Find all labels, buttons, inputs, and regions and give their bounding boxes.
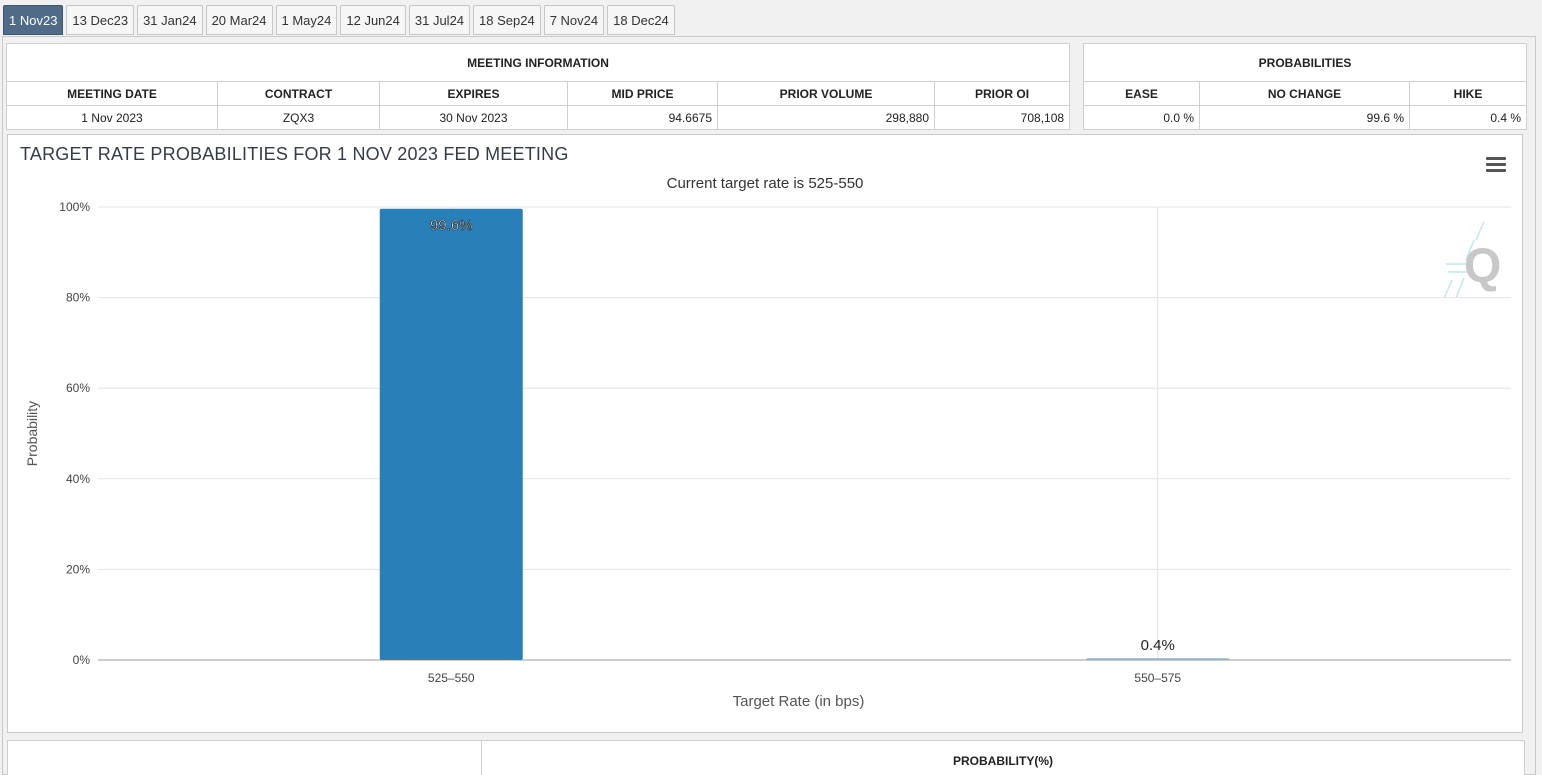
table-row: 0.0 % 99.6 % 0.4 %: [1083, 105, 1528, 130]
chart-container: TARGET RATE PROBABILITIES FOR 1 NOV 2023…: [7, 134, 1523, 733]
y-axis-label: Probability: [24, 401, 40, 466]
cell-expires: 30 Nov 2023: [379, 105, 568, 130]
bar-chart: 0% 20% 40% 60% 80% 100% 99.6% 525–550 0.4% 550–57…: [24, 200, 1511, 710]
meeting-tabs: 1 Nov23 13 Dec23 31 Jan24 20 Mar24 1 May24 12…: [3, 5, 675, 36]
bar: [1086, 658, 1230, 660]
cell-meeting-date: 1 Nov 2023: [6, 105, 218, 130]
y-tick-label: 80%: [66, 291, 90, 305]
probabilities-table: PROBABILITIES EASE NO CHANGE HIKE 0.0 % …: [1082, 43, 1528, 130]
cell-no-change: 99.6 %: [1199, 105, 1410, 130]
meeting-information-title: MEETING INFORMATION: [5, 43, 1071, 82]
col-mid-price: MID PRICE: [567, 81, 718, 106]
tab-18-sep24[interactable]: 18 Sep24: [473, 5, 541, 35]
x-tick-label: 550–575: [1134, 671, 1181, 685]
col-contract: CONTRACT: [217, 81, 380, 106]
meeting-information-table: MEETING INFORMATION MEETING DATE CONTRAC…: [5, 43, 1071, 130]
col-no-change: NO CHANGE: [1199, 81, 1410, 106]
table-row: 1 Nov 2023 ZQX3 30 Nov 2023 94.6675 298,…: [6, 105, 1071, 130]
x-axis-label: Target Rate (in bps): [733, 693, 865, 710]
cell-hike: 0.4 %: [1408, 105, 1528, 130]
data-label: 99.6%: [430, 217, 473, 234]
tab-12-jun24[interactable]: 12 Jun24: [340, 5, 406, 35]
cell-mid-price: 94.6675: [567, 105, 718, 130]
x-tick-label: 525–550: [428, 671, 475, 685]
y-tick-label: 60%: [66, 381, 90, 395]
tab-1-may24[interactable]: 1 May24: [275, 5, 338, 35]
y-tick-label: 0%: [73, 653, 91, 667]
col-hike: HIKE: [1408, 81, 1528, 106]
cell-contract: ZQX3: [217, 105, 380, 130]
cell-ease: 0.0 %: [1083, 105, 1200, 130]
cell-prior-volume: 298,880: [717, 105, 935, 130]
col-prior-volume: PRIOR VOLUME: [717, 81, 935, 106]
probability-percent-header: PROBABILITY(%): [953, 754, 1053, 768]
y-tick-label: 40%: [66, 472, 90, 486]
probabilities-title: PROBABILITIES: [1082, 43, 1528, 82]
y-tick-label: 100%: [59, 200, 90, 214]
tab-1-nov23[interactable]: 1 Nov23: [3, 5, 64, 35]
tab-13-dec23[interactable]: 13 Dec23: [66, 5, 135, 35]
tab-7-nov24[interactable]: 7 Nov24: [543, 5, 605, 35]
y-tick-label: 20%: [66, 562, 90, 576]
bottom-table-left-cell: [8, 741, 482, 775]
col-prior-oi: PRIOR OI: [933, 81, 1071, 106]
tab-20-mar24[interactable]: 20 Mar24: [205, 5, 273, 35]
tab-31-jul24[interactable]: 31 Jul24: [408, 5, 471, 35]
col-ease: EASE: [1083, 81, 1200, 106]
bar: [379, 208, 523, 660]
col-meeting-date: MEETING DATE: [6, 81, 218, 106]
tab-18-dec24[interactable]: 18 Dec24: [607, 5, 675, 35]
bottom-table-right-cell: PROBABILITY(%): [482, 741, 1524, 775]
tab-31-jan24[interactable]: 31 Jan24: [137, 5, 203, 35]
bottom-table: PROBABILITY(%): [7, 740, 1525, 775]
cell-prior-oi: 708,108: [933, 105, 1071, 130]
col-expires: EXPIRES: [379, 81, 568, 106]
data-label: 0.4%: [1141, 637, 1175, 654]
